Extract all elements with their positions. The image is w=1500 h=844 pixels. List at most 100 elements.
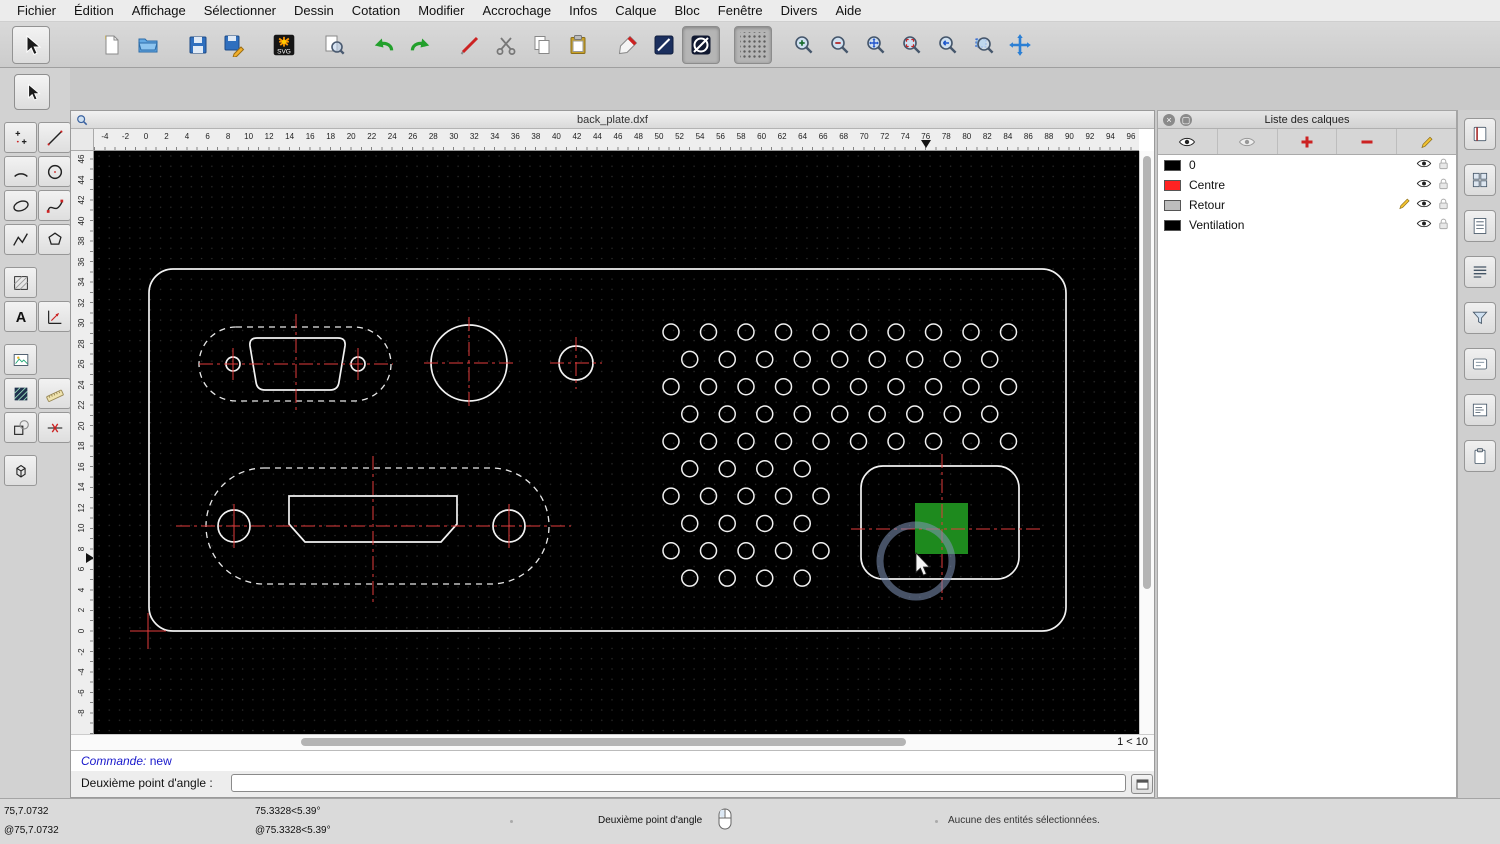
layer-panel-float-button[interactable]: ▢ — [1180, 114, 1192, 126]
grid-toggle-button[interactable] — [734, 25, 772, 64]
drawing-canvas[interactable] — [94, 151, 1139, 734]
paste-button[interactable] — [560, 27, 596, 63]
horizontal-scrollbar[interactable]: 1 < 10 — [71, 734, 1154, 750]
red-pen-icon — [618, 35, 638, 54]
dock-library-button[interactable] — [1464, 118, 1496, 150]
fill-tool-button[interactable] — [4, 378, 37, 409]
vruler-label: 22 — [77, 400, 86, 410]
hruler-label: -4 — [101, 132, 109, 141]
vertical-scroll-thumb[interactable] — [1143, 156, 1151, 589]
zoom-selection-button[interactable] — [894, 27, 930, 63]
layer-panel-close-button[interactable]: × — [1163, 114, 1175, 126]
menu-aide[interactable]: Aide — [826, 0, 870, 22]
menu-modifier[interactable]: Modifier — [409, 0, 473, 22]
draft-pen-button[interactable] — [610, 27, 646, 63]
arc-tool-button[interactable] — [4, 156, 37, 187]
menu-fichier[interactable]: Fichier — [8, 0, 65, 22]
ellipse-tool-button[interactable] — [4, 190, 37, 221]
menu-accrochage[interactable]: Accrochage — [473, 0, 560, 22]
modify-tool-button[interactable] — [4, 412, 37, 443]
explode-tool-button[interactable] — [38, 412, 71, 443]
copy-button[interactable] — [524, 27, 560, 63]
vruler-label: 12 — [77, 503, 86, 513]
dock-command-button[interactable] — [1464, 394, 1496, 426]
layer-row-retour[interactable]: Retour — [1158, 195, 1456, 215]
layer-visibility-icon[interactable] — [1416, 158, 1432, 172]
layer-lock-icon[interactable] — [1437, 157, 1450, 173]
layer-row-0[interactable]: 0 — [1158, 155, 1456, 175]
layer-lock-icon[interactable] — [1437, 177, 1450, 193]
drawing-canvas-svg[interactable] — [94, 151, 1139, 734]
hruler-label: 2 — [164, 132, 169, 141]
vertical-scrollbar[interactable] — [1139, 151, 1154, 734]
dock-properties-button[interactable] — [1464, 348, 1496, 380]
zoom-out-button[interactable] — [822, 27, 858, 63]
hide-all-layers-button[interactable] — [1218, 129, 1278, 154]
show-all-layers-button[interactable] — [1158, 129, 1218, 154]
construction-mode-button[interactable] — [682, 25, 720, 64]
menu-cotation[interactable]: Cotation — [343, 0, 409, 22]
dock-layers-button[interactable] — [1464, 210, 1496, 242]
layer-row-ventilation[interactable]: Ventilation — [1158, 215, 1456, 235]
menu-edition[interactable]: Édition — [65, 0, 123, 22]
cut-button[interactable] — [488, 27, 524, 63]
dimension-tool-button[interactable] — [38, 301, 71, 332]
edit-layer-button[interactable] — [1397, 129, 1456, 154]
eye-open-icon — [1179, 137, 1196, 146]
points-tool-button[interactable] — [4, 122, 37, 153]
command-input[interactable] — [231, 774, 1126, 792]
menu-fenetre[interactable]: Fenêtre — [709, 0, 772, 22]
menu-calque[interactable]: Calque — [606, 0, 665, 22]
layer-lock-icon[interactable] — [1437, 197, 1450, 213]
redo-button[interactable] — [402, 27, 438, 63]
hatch-tool-button[interactable] — [4, 267, 37, 298]
add-layer-button[interactable] — [1278, 129, 1338, 154]
command-console-button[interactable] — [1131, 774, 1153, 794]
svg-export-button[interactable]: SVG — [266, 27, 302, 63]
spline-tool-button[interactable] — [38, 190, 71, 221]
dock-blocks-button[interactable] — [1464, 164, 1496, 196]
dock-list-button[interactable] — [1464, 256, 1496, 288]
save-as-button[interactable] — [216, 27, 252, 63]
layer-row-centre[interactable]: Centre — [1158, 175, 1456, 195]
menu-divers[interactable]: Divers — [772, 0, 827, 22]
attributes-button[interactable] — [646, 27, 682, 63]
layer-visibility-icon[interactable] — [1416, 198, 1432, 212]
zoom-pan-button[interactable] — [1002, 27, 1038, 63]
ruler-corner — [71, 129, 94, 151]
text-tool-button[interactable]: A — [4, 301, 37, 332]
zoom-previous-button[interactable] — [930, 27, 966, 63]
document-title-bar[interactable]: back_plate.dxf — [71, 111, 1154, 129]
image-tool-button[interactable] — [4, 344, 37, 375]
print-preview-button[interactable] — [316, 27, 352, 63]
menu-selectionner[interactable]: Sélectionner — [195, 0, 285, 22]
undo-button[interactable] — [366, 27, 402, 63]
save-button[interactable] — [180, 27, 216, 63]
remove-layer-button[interactable] — [1337, 129, 1398, 154]
new-document-button[interactable] — [94, 27, 130, 63]
dock-clipboard-button[interactable] — [1464, 440, 1496, 472]
zoom-in-button[interactable] — [786, 27, 822, 63]
zoom-auto-button[interactable] — [858, 27, 894, 63]
select-tool-button[interactable] — [14, 74, 50, 110]
circle-tool-button[interactable] — [38, 156, 71, 187]
menu-affichage[interactable]: Affichage — [123, 0, 195, 22]
select-button[interactable] — [12, 25, 50, 64]
polygon-tool-button[interactable] — [38, 224, 71, 255]
menu-bloc[interactable]: Bloc — [665, 0, 708, 22]
horizontal-scroll-thumb[interactable] — [301, 738, 906, 746]
menu-dessin[interactable]: Dessin — [285, 0, 343, 22]
measure-tool-button[interactable] — [38, 378, 71, 409]
layer-visibility-icon[interactable] — [1416, 178, 1432, 192]
solid-tool-button[interactable] — [4, 455, 37, 486]
menu-infos[interactable]: Infos — [560, 0, 606, 22]
layer-lock-icon[interactable] — [1437, 217, 1450, 233]
delete-button[interactable] — [452, 27, 488, 63]
layer-visibility-icon[interactable] — [1416, 218, 1432, 232]
zoom-window-button[interactable] — [966, 27, 1002, 63]
dock-filter-button[interactable] — [1464, 302, 1496, 334]
polyline-tool-button[interactable] — [4, 224, 37, 255]
open-button[interactable] — [130, 27, 166, 63]
blocks-grid-icon — [1472, 172, 1488, 188]
line-tool-button[interactable] — [38, 122, 71, 153]
